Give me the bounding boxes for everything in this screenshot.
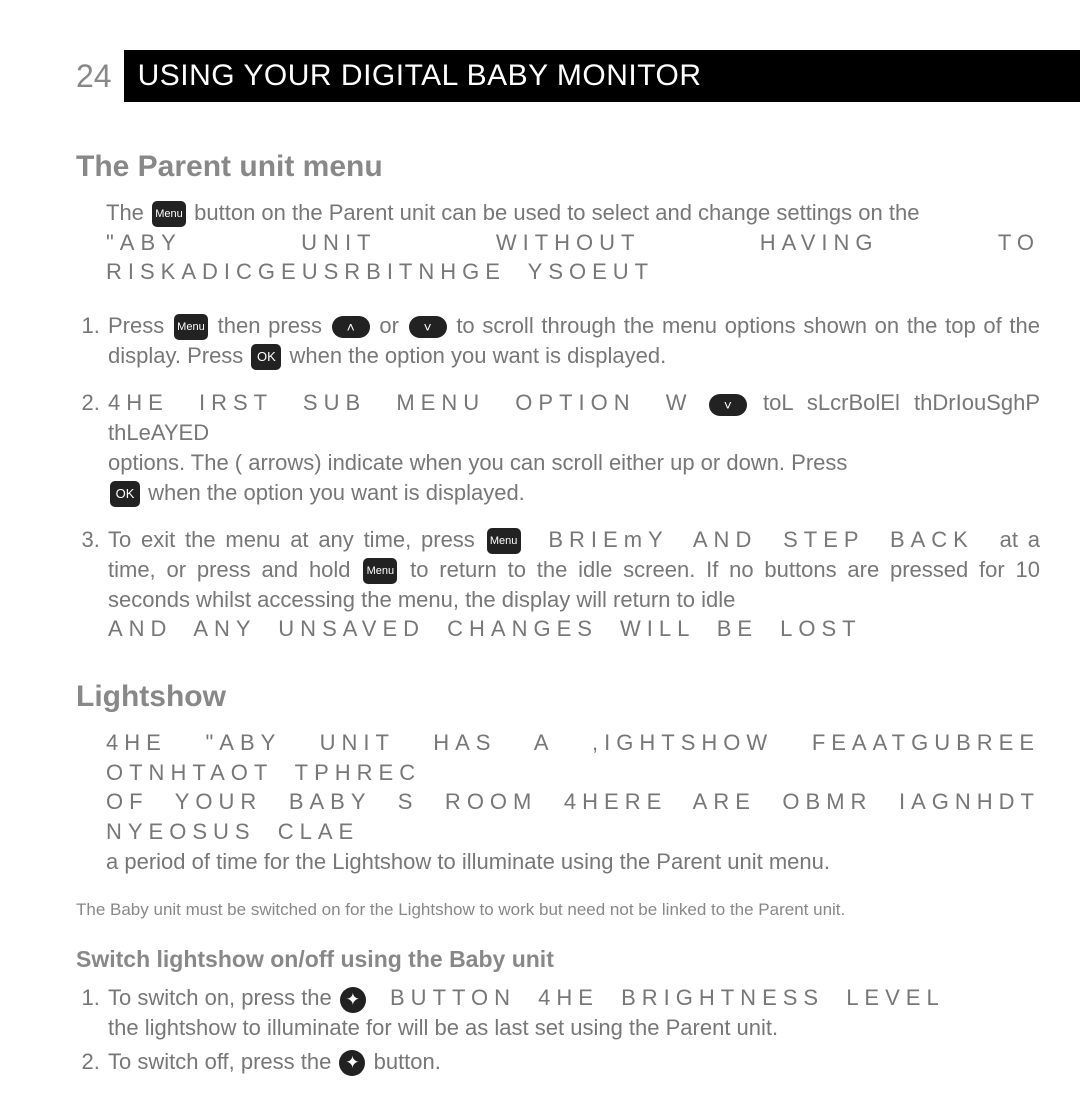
text: the lightshow to illuminate for will be …: [108, 1015, 778, 1040]
text: Press: [108, 313, 172, 338]
page-content: The Parent unit menu The Menu button on …: [76, 150, 1040, 1094]
text: or: [372, 313, 407, 338]
garbled-text: BUTTON 4HE BRIGHTNESS LEVEL: [368, 985, 945, 1010]
header-bar: 24 USING YOUR DIGITAL BABY MONITOR: [76, 50, 1080, 102]
step-2: 4HE IRST SUB MENU OPTION W ˅ toL sLcrBol…: [106, 388, 1040, 507]
intro-paragraph: The Menu button on the Parent unit can b…: [76, 198, 1040, 228]
step-1: Press Menu then press ˄ or ˅ to scroll t…: [106, 311, 1040, 370]
ok-icon: OK: [251, 344, 281, 370]
star-icon: ✦: [339, 1050, 365, 1076]
lightshow-step-1: To switch on, press the ✦ BUTTON 4HE BRI…: [106, 983, 1040, 1042]
steps-list: Press Menu then press ˄ or ˅ to scroll t…: [76, 311, 1040, 644]
ok-icon: OK: [110, 481, 140, 507]
menu-icon: Menu: [487, 528, 521, 554]
star-icon: ✦: [340, 987, 366, 1013]
lightshow-note: The Baby unit must be switched on for th…: [76, 900, 1040, 920]
lightshow-steps: To switch on, press the ✦ BUTTON 4HE BRI…: [76, 983, 1040, 1076]
up-arrow-icon: ˄: [332, 316, 370, 338]
text: To switch off, press the: [108, 1049, 337, 1074]
section-heading-parent-menu: The Parent unit menu: [76, 150, 1040, 184]
text: The: [106, 200, 150, 225]
intro-paragraph-garbled: "ABY UNIT WITHOUT HAVING TO RISKADICGEUS…: [76, 228, 1040, 287]
lightshow-step-2: To switch off, press the ✦ button.: [106, 1047, 1040, 1077]
lightshow-p1-garbled: 4HE "ABY UNIT HAS A ,IGHTSHOW FEAATGUBRE…: [106, 728, 1040, 787]
menu-icon: Menu: [152, 201, 186, 227]
text: options. The ( arrows) indicate when you…: [108, 450, 847, 475]
lightshow-p3: a period of time for the Lightshow to il…: [106, 847, 1040, 877]
page-title: USING YOUR DIGITAL BABY MONITOR: [124, 50, 1080, 102]
garbled-text: AND ANY UNSAVED CHANGES WILL BE LOST: [108, 616, 862, 641]
menu-icon: Menu: [174, 314, 208, 340]
step-3: To exit the menu at any time, press Menu…: [106, 525, 1040, 644]
text: when the option you want is displayed.: [142, 480, 525, 505]
text: To exit the menu at any time, press: [108, 527, 485, 552]
text: then press: [210, 313, 330, 338]
text: button.: [367, 1049, 440, 1074]
text: button on the Parent unit can be used to…: [188, 200, 919, 225]
text: To switch on, press the: [108, 985, 338, 1010]
menu-icon: Menu: [363, 558, 397, 584]
down-arrow-icon: ˅: [709, 394, 747, 416]
section-heading-lightshow: Lightshow: [76, 680, 1040, 714]
garbled-text: 4HE IRST SUB MENU OPTION W: [108, 390, 693, 415]
subheading-switch-lightshow: Switch lightshow on/off using the Baby u…: [76, 946, 1040, 973]
down-arrow-icon: ˅: [409, 316, 447, 338]
text: when the option you want is displayed.: [283, 343, 666, 368]
page-number: 24: [76, 58, 124, 95]
garbled-text: BRIEmY AND STEP BACK: [523, 527, 1000, 552]
lightshow-p2-garbled: OF YOUR BABY S ROOM 4HERE ARE OBMR IAGNH…: [106, 787, 1040, 846]
